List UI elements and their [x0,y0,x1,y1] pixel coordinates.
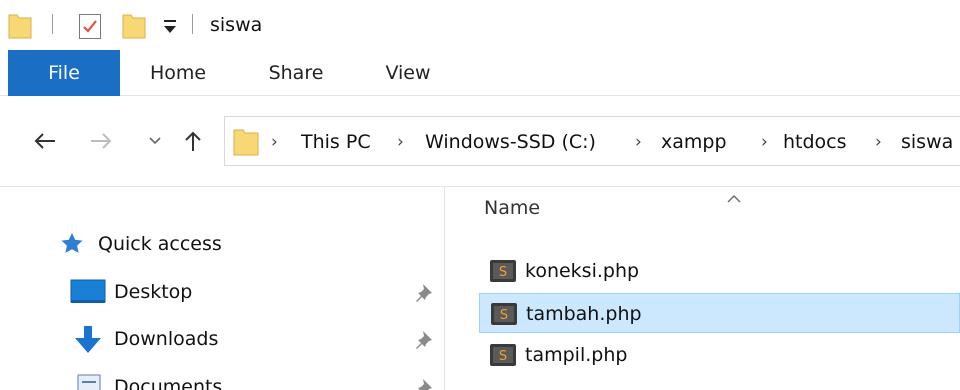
back-arrow-icon [34,133,55,149]
tab-share[interactable]: Share [248,50,344,96]
pin-icon[interactable] [414,282,434,306]
star-icon [60,232,84,258]
breadcrumb-separator: › [761,132,768,152]
navigation-bar: › This PC › Windows-SSD (C:) › xampp › h… [0,96,960,186]
nav-item-desktop[interactable]: Desktop [60,272,445,312]
forward-button[interactable] [84,124,118,158]
folder-icon [233,127,259,161]
column-header-name[interactable]: Name [484,197,540,219]
breadcrumb-separator: › [271,132,278,152]
new-folder-icon[interactable] [122,12,146,44]
php-file-icon: S [489,343,517,371]
nav-item-label: Downloads [114,328,219,350]
breadcrumb-xampp[interactable]: xampp [661,117,727,167]
up-arrow-icon [185,131,201,151]
breadcrumb-separator: › [397,132,404,152]
documents-icon [70,373,106,390]
breadcrumb-separator: › [875,132,882,152]
toolbar-separator [192,14,193,34]
folder-icon [8,12,32,44]
forward-arrow-icon [91,133,112,149]
chevron-down-icon [149,137,161,145]
nav-item-quick-access[interactable]: Quick access [60,224,445,264]
address-bar[interactable]: › This PC › Windows-SSD (C:) › xampp › h… [224,116,960,166]
file-row-tampil[interactable]: S tampil.php [479,335,960,375]
window-title: siswa [210,14,263,36]
file-name: tambah.php [526,303,642,325]
file-row-koneksi[interactable]: S koneksi.php [479,251,960,291]
breadcrumb-this-pc[interactable]: This PC [301,117,371,167]
customize-toolbar-icon[interactable] [162,16,178,40]
file-row-tambah[interactable]: S tambah.php [479,293,960,333]
file-name: koneksi.php [525,260,640,282]
nav-item-label: Quick access [98,233,222,255]
pin-icon[interactable] [414,377,434,390]
svg-text:S: S [499,265,507,280]
svg-text:S: S [500,308,508,323]
svg-text:S: S [499,349,507,364]
recent-locations-button[interactable] [138,124,172,158]
ribbon-tabs: File Home Share View [0,50,960,96]
download-arrow-icon [70,325,106,359]
breadcrumb-drive[interactable]: Windows-SSD (C:) [425,117,596,167]
tab-view[interactable]: View [362,50,454,96]
navigation-pane: Quick access Desktop Downloads Documents [0,187,445,390]
pin-icon[interactable] [414,329,434,353]
tab-file[interactable]: File [8,50,120,96]
php-file-icon: S [489,259,517,287]
back-button[interactable] [28,124,62,158]
up-button[interactable] [176,124,210,158]
properties-icon[interactable] [78,12,102,44]
file-list: Name S koneksi.php S tambah.php S tampil… [446,187,960,390]
nav-item-documents[interactable]: Documents [60,367,445,390]
php-file-icon: S [490,302,518,330]
breadcrumb-siswa[interactable]: siswa [901,117,953,167]
nav-item-downloads[interactable]: Downloads [60,319,445,359]
title-bar: siswa [0,0,960,50]
nav-item-label: Desktop [114,281,193,303]
desktop-icon [70,278,106,310]
file-name: tampil.php [525,344,628,366]
breadcrumb-separator: › [635,132,642,152]
tab-home[interactable]: Home [128,50,228,96]
sort-ascending-icon [726,189,742,208]
toolbar-separator [52,14,53,34]
breadcrumb-htdocs[interactable]: htdocs [783,117,847,167]
nav-item-label: Documents [114,376,223,390]
